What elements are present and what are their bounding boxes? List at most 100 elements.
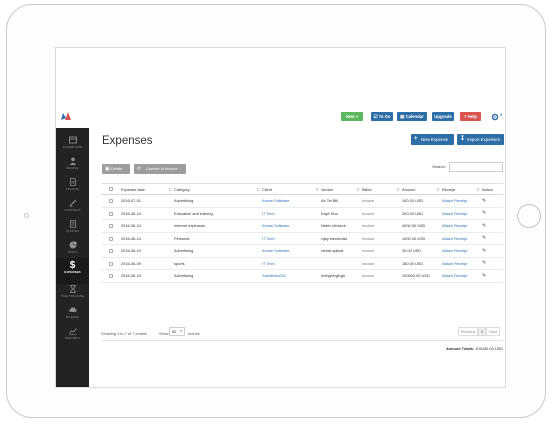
todo-button[interactable]: ☑ To Do <box>371 112 393 121</box>
cell-client-link[interactable]: Sanfdhfsd231 <box>262 269 321 283</box>
new-expense-button[interactable]: + New Expense <box>411 134 454 145</box>
totals-label: Amount Totals: <box>446 346 475 351</box>
attach-receipt-link[interactable]: Attach Receipt <box>442 232 482 245</box>
camera <box>24 213 29 218</box>
cell-action: ✎ <box>482 269 503 283</box>
column-label: Category <box>174 186 190 192</box>
row-checkbox[interactable] <box>101 207 121 220</box>
contract-icon <box>69 199 76 207</box>
cell-client-link[interactable]: Amine Software <box>262 244 321 258</box>
dashboard-icon <box>68 136 77 144</box>
calendar-button-label: Calendar <box>405 114 424 119</box>
select-all-checkbox[interactable] <box>101 183 121 195</box>
column-label: Expense date <box>121 186 145 192</box>
app-screen: New + ☑ To Do ▤ Calendar Upgrade ? Help <box>55 47 506 388</box>
table-row: 2016-07-01 Advertising Amine Software Ai… <box>101 194 503 208</box>
sidebar-item-label: PEOPLE <box>66 166 79 170</box>
attach-receipt-link[interactable]: Attach Receipt <box>442 244 482 258</box>
show-label: Show <box>159 331 169 336</box>
sidebar-item-reports[interactable]: REPORTS <box>56 323 89 347</box>
cell-category: Advertising <box>174 269 262 283</box>
cell-action: ✎ <box>482 232 503 245</box>
new-button-label: New <box>345 114 355 119</box>
page-1-button[interactable]: 1 <box>478 327 486 336</box>
column-expense-date[interactable]: Expense date ⇅ <box>121 183 174 195</box>
row-checkbox[interactable] <box>101 244 121 258</box>
row-checkbox[interactable] <box>101 257 121 270</box>
question-icon: ? <box>463 114 467 119</box>
top-bar: New + ☑ To Do ▤ Calendar Upgrade ? Help <box>56 48 505 128</box>
cell-category: Advertising <box>174 194 262 208</box>
cell-action: ✎ <box>482 219 503 233</box>
edit-icon[interactable]: ✎ <box>482 235 486 241</box>
cell-amount: 30.00 USD <box>402 244 442 258</box>
attach-receipt-link[interactable]: Attach Receipt <box>442 269 482 283</box>
edit-icon[interactable]: ✎ <box>482 273 486 279</box>
attach-receipt-link[interactable]: Attach Receipt <box>442 219 482 233</box>
new-button[interactable]: New + <box>341 112 363 121</box>
chevron-down-icon[interactable]: ▾ <box>500 112 502 117</box>
column-amount[interactable]: Amount ⇅ <box>402 183 442 195</box>
help-button[interactable]: ? Help <box>460 112 481 121</box>
todo-button-label: To Do <box>378 114 391 119</box>
cell-client-link[interactable]: Amine Software <box>262 194 321 208</box>
home-button <box>517 204 541 228</box>
cell-billed: Invoice <box>362 207 402 220</box>
cell-client-link[interactable]: Amine Software <box>262 219 321 233</box>
cell-category: Advertising <box>174 244 262 258</box>
table-row: 2016-06-24 Internet expenses Amine Softw… <box>101 219 503 233</box>
sort-icon: ⇅ <box>436 187 440 192</box>
next-page-button[interactable]: Next <box>486 327 500 336</box>
attach-receipt-link[interactable]: Attach Receipt <box>442 194 482 208</box>
invoice-icon <box>69 178 76 186</box>
edit-icon[interactable]: ✎ <box>482 260 486 266</box>
sidebar-item-label: DASHBOARD <box>62 145 83 149</box>
edit-icon[interactable]: ✎ <box>482 223 486 229</box>
cell-action: ✎ <box>482 194 503 208</box>
sidebar-item-label: REPORTS <box>65 336 80 340</box>
row-checkbox[interactable] <box>101 194 121 208</box>
refresh-icon: ⟳ <box>137 166 142 172</box>
table-row: 2016-06-24 Personal IT Tech vijay electr… <box>101 232 503 245</box>
sidebar-item-label: CONTRACT <box>64 208 81 212</box>
column-category[interactable]: Category ⇅ <box>174 183 262 195</box>
car-icon <box>69 307 76 314</box>
dollar-icon: $ <box>69 260 76 271</box>
page-size-select[interactable]: 50 ▾ <box>169 327 185 336</box>
cell-client-link[interactable]: IT Tech <box>262 257 321 270</box>
sort-icon: ⇅ <box>315 187 319 192</box>
calendar-icon: ▤ <box>400 114 405 119</box>
row-checkbox[interactable] <box>101 269 121 283</box>
cell-category: Personal <box>174 232 262 245</box>
previous-page-button[interactable]: Previous <box>458 327 478 336</box>
row-checkbox[interactable] <box>101 219 121 233</box>
cell-date: 2016-06-09 <box>121 257 174 270</box>
edit-icon[interactable]: ✎ <box>482 248 486 254</box>
cell-billed: Invoice <box>362 219 402 233</box>
cell-vendor: vijay electricals <box>321 232 362 245</box>
column-client[interactable]: Client ⇅ <box>262 183 321 195</box>
row-checkbox[interactable] <box>101 232 121 245</box>
gear-icon[interactable] <box>491 113 499 121</box>
delete-button[interactable]: ▣ Delete <box>102 164 130 174</box>
calendar-button[interactable]: ▤ Calendar <box>397 112 427 121</box>
column-vendor[interactable]: Vendor ⇅ <box>321 183 362 195</box>
import-expenses-button[interactable]: ↧ Import Expenses <box>457 134 504 145</box>
edit-icon[interactable]: ✎ <box>482 210 486 216</box>
cell-vendor: hcfhgfvhgfvgh <box>321 269 362 283</box>
attach-receipt-link[interactable]: Attach Receipt <box>442 257 482 270</box>
edit-icon[interactable]: ✎ <box>482 198 486 204</box>
cell-client-link[interactable]: IT Tech <box>262 207 321 220</box>
upgrade-button[interactable]: Upgrade <box>432 112 454 121</box>
cell-action: ✎ <box>482 257 503 270</box>
column-label: Client <box>262 186 272 192</box>
column-billed[interactable]: Billed ⇅ <box>362 183 402 195</box>
column-receipt[interactable]: Receipt ⇅ <box>442 183 482 195</box>
convert-to-invoice-button[interactable]: ⟳ Convert to Invoice <box>134 164 186 174</box>
column-action: Action <box>482 183 503 195</box>
attach-receipt-link[interactable]: Attach Receipt <box>442 207 482 220</box>
search-input[interactable] <box>449 162 503 172</box>
cell-client-link[interactable]: IT Tech <box>262 232 321 245</box>
showing-entries-text: Showing 1 to 7 of 7 entries <box>101 331 148 336</box>
cell-amount: 4000.00 USD <box>402 219 442 233</box>
